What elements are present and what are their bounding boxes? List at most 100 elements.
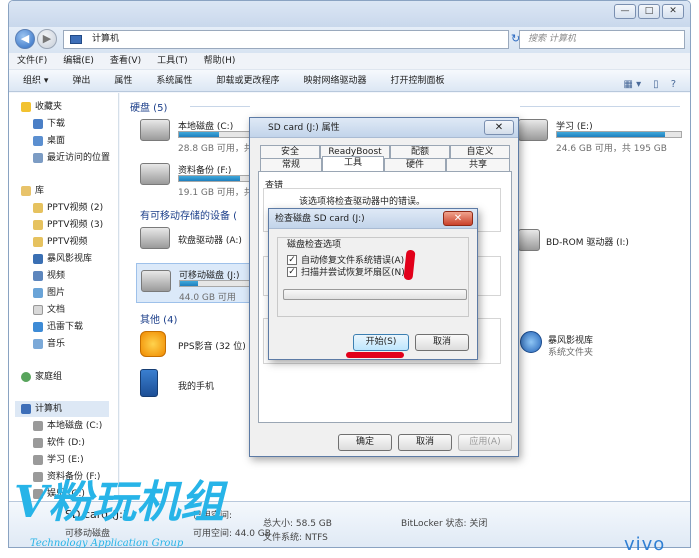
organize-button[interactable]: 组织 ▾	[23, 70, 48, 91]
tab-sharing[interactable]: 共享	[446, 158, 510, 171]
scan-sectors-checkbox[interactable]: ✓ 扫描并尝试恢复坏扇区(N)	[287, 265, 405, 278]
recent-places-icon	[33, 153, 43, 163]
bd-rom-icon	[518, 229, 540, 251]
menu-file[interactable]: 文件(F)	[17, 53, 47, 69]
group-divider	[190, 106, 250, 107]
properties-title-bar: SD card (J:) 属性 ✕	[250, 118, 518, 138]
nav-homegroup[interactable]: 家庭组	[21, 369, 62, 385]
eject-button[interactable]: 弹出	[72, 70, 90, 91]
pps-icon	[140, 331, 166, 357]
check-cancel-button[interactable]: 取消	[415, 334, 469, 351]
drive-icon	[33, 438, 43, 448]
nav-favorites[interactable]: 收藏夹	[21, 99, 62, 115]
watermark-sub: Technology Application Group	[30, 538, 184, 549]
checkmark-icon: ✓	[287, 254, 297, 265]
watermark-main: V粉玩机组	[14, 477, 225, 528]
apply-button[interactable]: 应用(A)	[458, 434, 512, 451]
drive-bd[interactable]: BD-ROM 驱动器 (I:)	[518, 229, 688, 259]
command-bar: 组织 ▾ 弹出 属性 系统属性 卸载或更改程序 映射网络驱动器 打开控制面板 ▦…	[9, 70, 690, 92]
forward-button[interactable]: ▶	[37, 29, 57, 49]
nav-lib-item[interactable]: 迅雷下载	[33, 319, 83, 335]
group-hard-disks[interactable]: 硬盘 (5)	[130, 99, 167, 114]
drive-usage-bar	[178, 175, 256, 182]
drive-icon	[518, 119, 548, 141]
tab-general[interactable]: 常规	[260, 158, 322, 171]
nav-lib-item[interactable]: PPTV视频 (2)	[33, 200, 103, 216]
menu-bar: 文件(F) 编辑(E) 查看(V) 工具(T) 帮助(H)	[9, 53, 690, 70]
homegroup-icon	[21, 372, 31, 382]
properties-button[interactable]: 属性	[114, 70, 132, 91]
nav-library[interactable]: 库	[21, 183, 44, 199]
group-removable[interactable]: 有可移动存储的设备 (	[140, 207, 237, 222]
breadcrumb-computer[interactable]: 计算机	[92, 34, 119, 44]
back-button[interactable]: ◀	[15, 29, 35, 49]
floppy-icon	[140, 227, 170, 249]
close-button[interactable]: ✕	[662, 4, 684, 19]
start-button[interactable]: 开始(S)	[353, 334, 409, 351]
folder-icon	[33, 220, 43, 230]
nav-recent[interactable]: 最近访问的位置	[33, 150, 110, 166]
menu-help[interactable]: 帮助(H)	[204, 53, 236, 69]
maximize-button[interactable]: □	[638, 4, 660, 19]
drive-f[interactable]: 资料备份 (F:) 19.1 GB 可用，共	[140, 163, 260, 199]
nav-lib-item[interactable]: PPTV视频	[33, 234, 88, 250]
windows-drive-icon	[140, 119, 170, 141]
drive-usage-bar	[178, 131, 256, 138]
system-properties-button[interactable]: 系统属性	[156, 70, 192, 91]
item-phone[interactable]: 我的手机	[140, 369, 260, 399]
check-disk-close-button[interactable]: ✕	[443, 211, 473, 226]
tab-quota[interactable]: 配额	[390, 145, 450, 158]
group-other[interactable]: 其他 (4)	[140, 311, 177, 326]
map-drive-button[interactable]: 映射网络驱动器	[303, 70, 366, 91]
uninstall-button[interactable]: 卸载或更改程序	[216, 70, 279, 91]
drive-icon	[140, 163, 170, 185]
nav-downloads[interactable]: 下载	[33, 116, 65, 132]
drive-icon	[33, 455, 43, 465]
tab-customize[interactable]: 自定义	[450, 145, 510, 158]
group-divider	[520, 106, 680, 107]
details-bitlocker: BitLocker 状态: 关闭	[401, 519, 488, 529]
details-total: 总大小: 58.5 GB	[263, 519, 332, 529]
minimize-button[interactable]: —	[614, 4, 636, 19]
properties-close-button[interactable]: ✕	[484, 120, 514, 135]
drive-c[interactable]: 本地磁盘 (C:) 28.8 GB 可用，共 59.9 GB	[140, 119, 292, 155]
tab-hardware[interactable]: 硬件	[384, 158, 446, 171]
details-filesystem: 文件系统: NTFS	[263, 533, 328, 543]
download-folder-icon	[33, 119, 43, 129]
address-bar[interactable]: 计算机	[63, 30, 509, 49]
navigation-pane: 收藏夹 下载 桌面 最近访问的位置 库 PPTV视频 (2) PPTV视频 (3…	[9, 93, 119, 501]
star-icon	[21, 102, 31, 112]
address-row: ◀ ▶ 计算机 ↻ 搜索 计算机	[9, 27, 690, 53]
control-panel-button[interactable]: 打开控制面板	[390, 70, 444, 91]
nav-lib-item[interactable]: 暴风影视库	[33, 251, 92, 267]
nav-drive[interactable]: 本地磁盘 (C:)	[33, 418, 102, 434]
nav-lib-item[interactable]: 音乐	[33, 336, 65, 352]
nav-desktop[interactable]: 桌面	[33, 133, 65, 149]
computer-icon	[21, 404, 31, 414]
nav-lib-item[interactable]: PPTV视频 (3)	[33, 217, 103, 233]
menu-edit[interactable]: 编辑(E)	[63, 53, 94, 69]
search-input[interactable]: 搜索 计算机	[519, 30, 685, 49]
nav-lib-item[interactable]: 文档	[33, 302, 65, 318]
nav-computer[interactable]: 计算机	[15, 401, 109, 417]
cancel-button[interactable]: 取消	[398, 434, 452, 451]
check-disk-dialog: 检查磁盘 SD card (J:) ✕ 磁盘检查选项 ✓ 自动修复文件系统错误(…	[268, 208, 478, 360]
pictures-icon	[33, 288, 43, 298]
item-baofeng[interactable]: 暴风影视库 系统文件夹	[520, 331, 680, 361]
menu-tools[interactable]: 工具(T)	[157, 53, 188, 69]
tab-tools[interactable]: 工具	[322, 156, 384, 171]
nav-lib-item[interactable]: 视频	[33, 268, 65, 284]
nav-drive[interactable]: 软件 (D:)	[33, 435, 85, 451]
drive-floppy[interactable]: 软盘驱动器 (A:)	[140, 227, 260, 257]
tab-security[interactable]: 安全	[260, 145, 320, 158]
check-disk-title-bar: 检查磁盘 SD card (J:) ✕	[269, 209, 477, 229]
thunder-icon	[33, 322, 43, 332]
desktop-icon	[33, 136, 43, 146]
menu-view[interactable]: 查看(V)	[110, 53, 141, 69]
music-icon	[33, 339, 43, 349]
ok-button[interactable]: 确定	[338, 434, 392, 451]
library-icon	[21, 186, 31, 196]
drive-sd[interactable]: 可移动磁盘 (J:) 44.0 GB 可用	[136, 263, 260, 303]
nav-lib-item[interactable]: 图片	[33, 285, 65, 301]
drive-e[interactable]: 学习 (E:) 24.6 GB 可用，共 195 GB	[518, 119, 688, 155]
